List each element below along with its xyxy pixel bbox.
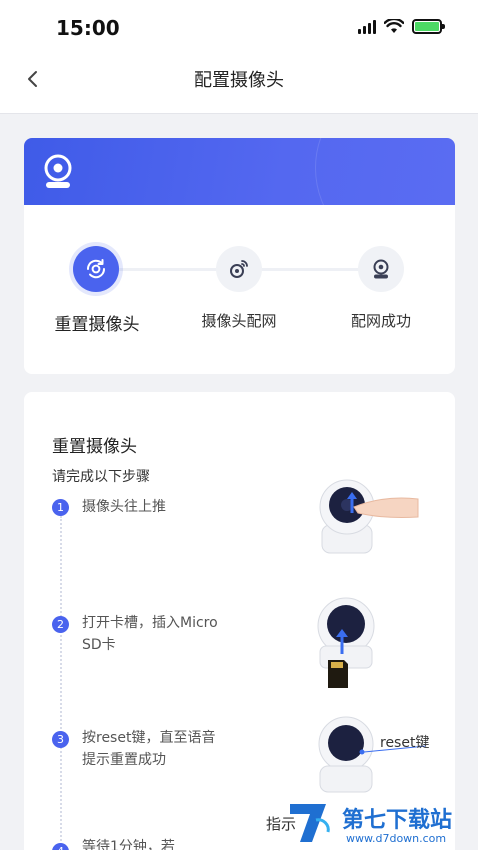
step-number: 1 [52,499,69,516]
step-number: 3 [52,731,69,748]
reset-key-label: reset键 [380,735,430,751]
status-icons [358,19,445,34]
step-reset-label: 重置摄像头 [54,315,140,335]
watermark-name: 第七下载站 [342,808,453,833]
watermark: 第七下载站 www.d7down.com [282,796,478,850]
battery-icon [412,19,445,34]
section-title: 重置摄像头 [52,437,137,457]
camera-network-icon [230,260,248,278]
progress-steps [24,243,455,303]
progress-card: 重置摄像头 摄像头配网 配网成功 [24,138,455,374]
watermark-logo-icon [290,804,330,842]
camera-success-icon [373,259,389,279]
status-bar: 15:00 [0,0,478,52]
progress-connector [119,268,219,271]
sd-card-illustration [317,597,375,688]
steps-timeline [60,516,62,850]
banner-decoration [315,138,455,258]
cellular-signal-icon [358,19,376,34]
page-title: 配置摄像头 [194,70,284,91]
camera-icon [44,154,72,188]
watermark-url: www.d7down.com [346,832,447,845]
progress-connector [261,268,361,271]
camera-push-up-illustration [319,479,419,554]
step-network-label: 摄像头配网 [201,312,277,330]
instructions-card: 重置摄像头 请完成以下步骤 1 摄像头往上推 2 打开卡槽，插入Micro SD… [24,392,455,850]
wifi-icon [384,19,404,33]
step-text: 打开卡槽，插入Micro SD卡 [82,615,218,653]
step-success-dot [358,246,404,292]
camera-reset-icon [86,259,106,279]
status-time: 15:00 [56,16,120,40]
step-text: 等待1分钟，若 [82,839,175,850]
section-subtitle: 请完成以下步骤 [52,469,150,485]
step-success-label: 配网成功 [350,312,411,330]
banner [24,138,455,258]
step-text: 按reset键，直至语音提示重置成功 [82,730,216,768]
nav-bar: 配置摄像头 [0,52,478,114]
step-reset-dot [73,246,119,292]
step-text: 摄像头往上推 [82,499,166,515]
step-number: 2 [52,616,69,633]
reset-button-illustration [318,716,427,793]
step-network-dot [216,246,262,292]
